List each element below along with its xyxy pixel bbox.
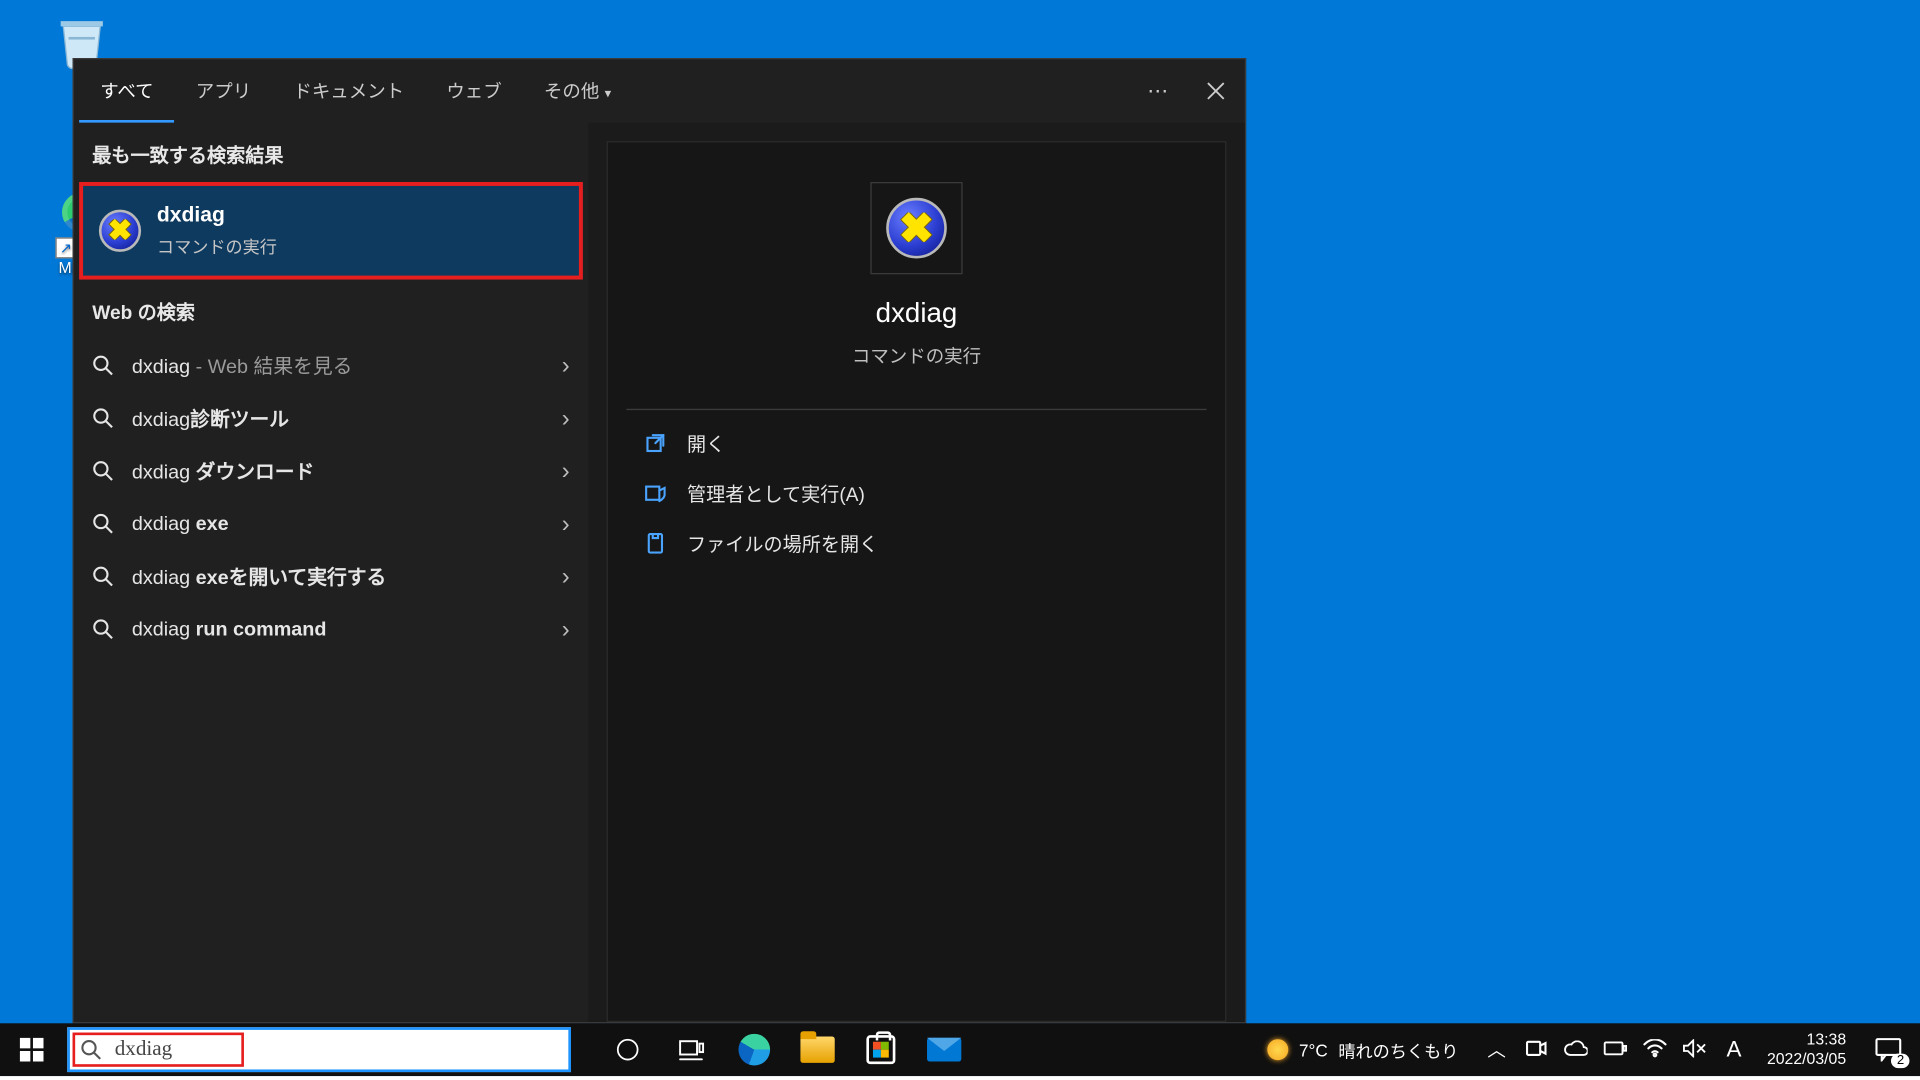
notification-badge: 2 <box>1892 1054 1910 1069</box>
file-location-icon <box>645 533 666 554</box>
tray-wifi-icon[interactable] <box>1643 1038 1667 1060</box>
more-options-button[interactable]: ⋯ <box>1129 59 1187 122</box>
chevron-right-icon: › <box>562 457 570 485</box>
taskbar-weather[interactable]: 7°C 晴れのちくもり <box>1252 1023 1475 1076</box>
search-icon <box>80 1039 101 1060</box>
search-icon <box>92 407 113 428</box>
search-icon <box>92 618 113 639</box>
best-match-subtitle: コマンドの実行 <box>157 233 277 258</box>
tray-ime-indicator[interactable]: A <box>1722 1036 1746 1062</box>
tray-meet-now-icon[interactable] <box>1524 1037 1548 1062</box>
web-result-text: dxdiag run command <box>132 618 543 640</box>
taskbar: dxdiag 7°C 晴れのちくもり ︿ <box>0 1023 1920 1076</box>
tray-volume-muted-icon[interactable] <box>1683 1038 1707 1060</box>
preview-icon: ✖ <box>870 182 962 274</box>
taskbar-edge[interactable] <box>723 1023 786 1076</box>
chevron-right-icon: › <box>562 562 570 590</box>
tab-more[interactable]: その他▾ <box>523 59 632 124</box>
tab-all[interactable]: すべて <box>79 59 175 124</box>
chevron-right-icon: › <box>562 351 570 379</box>
action-open-file-location[interactable]: ファイルの場所を開く <box>618 518 1214 568</box>
tray-battery-icon[interactable] <box>1603 1039 1627 1060</box>
close-button[interactable] <box>1187 59 1245 122</box>
taskbar-explorer[interactable] <box>786 1023 849 1076</box>
web-search-header: Web の検索 <box>74 280 588 339</box>
web-result[interactable]: dxdiag run command › <box>74 603 588 656</box>
dxdiag-icon: ✖ <box>886 198 947 259</box>
folder-icon <box>800 1036 834 1062</box>
cortana-icon <box>615 1036 641 1062</box>
preview-column: ✖ dxdiag コマンドの実行 開く <box>588 123 1245 1022</box>
chevron-right-icon: › <box>562 510 570 538</box>
tab-apps[interactable]: アプリ <box>175 59 273 124</box>
system-tray: ︿ A <box>1474 1023 1756 1076</box>
results-column: 最も一致する検索結果 ✖ dxdiag コマンドの実行 Web の検索 dxdi… <box>74 123 588 1022</box>
preview-subtitle: コマンドの実行 <box>852 343 981 369</box>
open-icon <box>645 433 666 454</box>
action-open[interactable]: 開く <box>618 418 1214 468</box>
tray-onedrive-icon[interactable] <box>1564 1039 1588 1060</box>
tab-documents[interactable]: ドキュメント <box>272 59 425 124</box>
web-result[interactable]: dxdiag exeを開いて実行する › <box>74 550 588 603</box>
web-result[interactable]: dxdiag診断ツール › <box>74 392 588 445</box>
edge-icon <box>738 1034 770 1066</box>
web-result-text: dxdiag exe <box>132 512 543 534</box>
web-result[interactable]: dxdiag ダウンロード › <box>74 444 588 497</box>
web-result-text: dxdiag - Web 結果を見る <box>132 351 543 379</box>
task-view-button[interactable] <box>659 1023 722 1076</box>
search-icon <box>92 566 113 587</box>
mail-icon <box>927 1038 961 1062</box>
action-center-button[interactable]: 2 <box>1857 1023 1920 1076</box>
web-result[interactable]: dxdiag exe › <box>74 497 588 550</box>
web-result[interactable]: dxdiag - Web 結果を見る › <box>74 339 588 392</box>
cortana-button[interactable] <box>596 1023 659 1076</box>
chevron-right-icon: › <box>562 615 570 643</box>
preview-title: dxdiag <box>876 298 958 330</box>
search-icon <box>92 460 113 481</box>
taskbar-search-box[interactable]: dxdiag <box>67 1027 571 1072</box>
tab-web[interactable]: ウェブ <box>425 59 523 124</box>
chevron-down-icon: ▾ <box>605 86 612 101</box>
admin-shield-icon <box>645 483 666 504</box>
action-run-as-admin[interactable]: 管理者として実行(A) <box>618 468 1214 518</box>
search-panel: すべて アプリ ドキュメント ウェブ その他▾ ⋯ 最も一致する検索結果 ✖ d… <box>73 58 1247 1023</box>
weather-icon <box>1267 1039 1288 1060</box>
best-match-title: dxdiag <box>157 204 277 228</box>
taskbar-mail[interactable] <box>913 1023 976 1076</box>
taskbar-clock[interactable]: 13:38 2022/03/05 <box>1756 1023 1856 1076</box>
web-result-text: dxdiag ダウンロード <box>132 457 543 485</box>
close-icon <box>1207 82 1225 100</box>
dxdiag-icon: ✖ <box>99 210 141 252</box>
windows-logo-icon <box>20 1038 44 1062</box>
web-result-text: dxdiag exeを開いて実行する <box>132 562 543 590</box>
store-icon <box>866 1035 895 1064</box>
chevron-right-icon: › <box>562 404 570 432</box>
taskbar-store[interactable] <box>849 1023 912 1076</box>
best-match-result[interactable]: ✖ dxdiag コマンドの実行 <box>79 182 583 280</box>
web-result-text: dxdiag診断ツール <box>132 404 543 432</box>
task-view-icon <box>676 1035 705 1064</box>
search-icon <box>92 355 113 376</box>
start-button[interactable] <box>0 1023 63 1076</box>
tray-overflow[interactable]: ︿ <box>1485 1036 1509 1062</box>
search-tabs: すべて アプリ ドキュメント ウェブ その他▾ ⋯ <box>74 59 1245 122</box>
best-match-header: 最も一致する検索結果 <box>74 123 588 182</box>
search-icon <box>92 513 113 534</box>
taskbar-search-value: dxdiag <box>115 1038 172 1062</box>
